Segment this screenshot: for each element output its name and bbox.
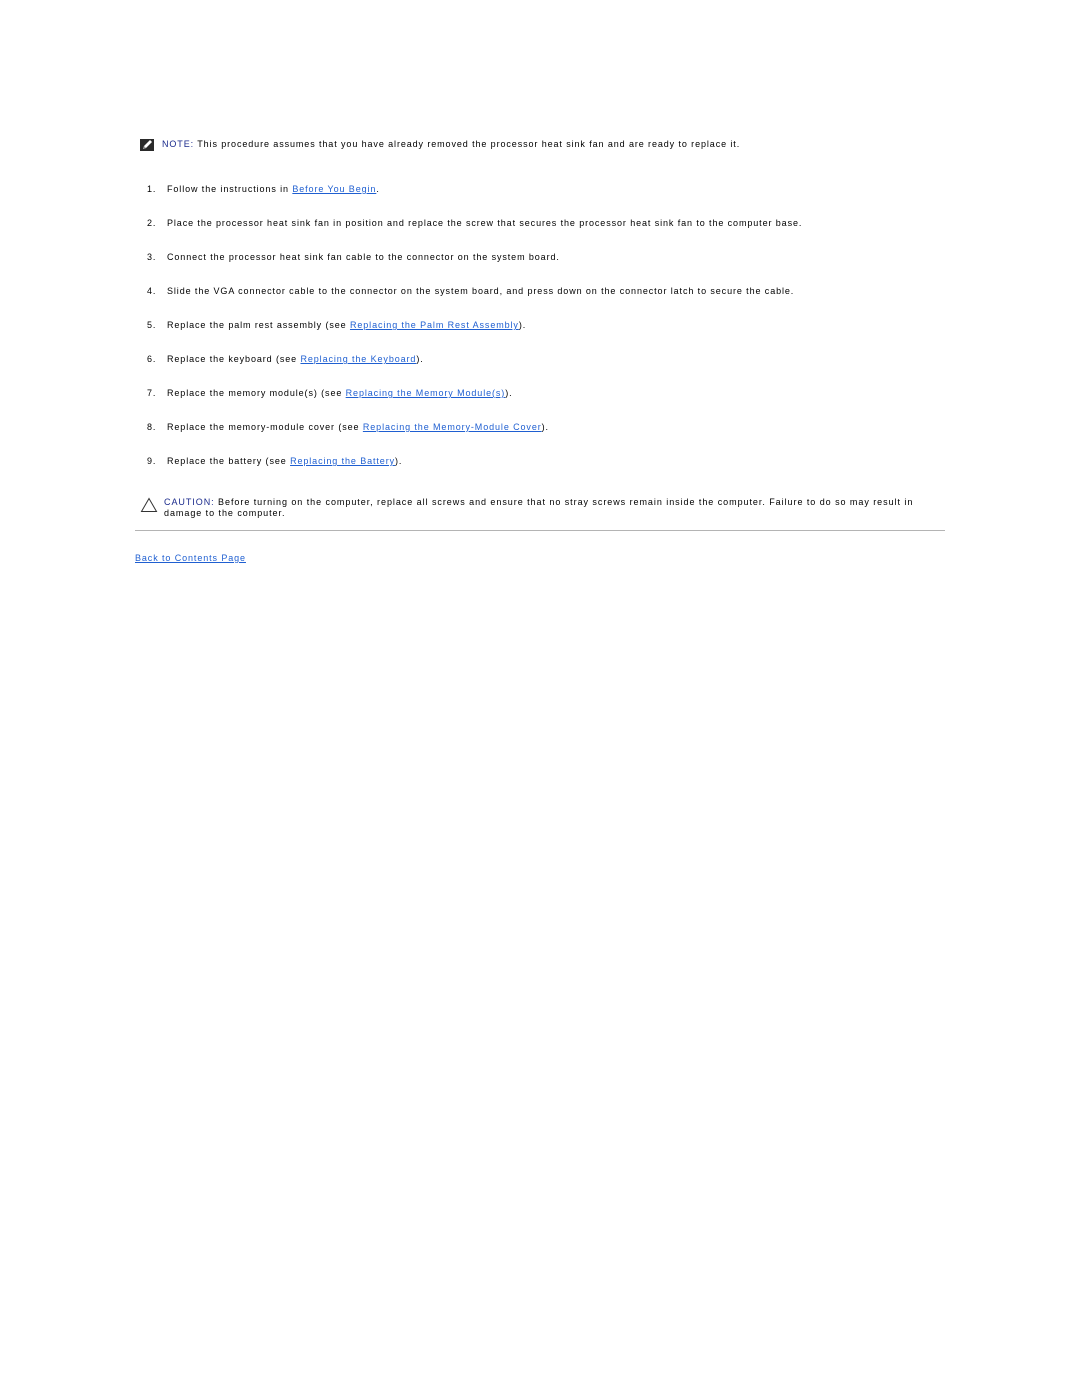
caution-callout: CAUTION: Before turning on the computer,…	[140, 497, 945, 519]
note-body: This procedure assumes that you have alr…	[194, 139, 741, 149]
step-number: 8.	[147, 422, 157, 432]
step-text: Replace the keyboard (see	[167, 354, 301, 364]
horizontal-divider	[135, 530, 945, 531]
step-text-end: ).	[416, 354, 424, 364]
step-text: Replace the palm rest assembly (see	[167, 320, 350, 330]
step-item: 4. Slide the VGA connector cable to the c…	[147, 286, 802, 320]
battery-link[interactable]: Replacing the Battery	[290, 456, 395, 466]
step-text: Replace the memory module(s) (see	[167, 388, 346, 398]
step-text: Place the processor heat sink fan in pos…	[167, 218, 803, 228]
step-number: 1.	[147, 184, 157, 194]
before-you-begin-link[interactable]: Before You Begin	[292, 184, 376, 194]
step-item: 7. Replace the memory module(s) (see Repl…	[147, 388, 802, 422]
step-number: 3.	[147, 252, 157, 262]
memory-module-cover-link[interactable]: Replacing the Memory-Module Cover	[363, 422, 542, 432]
step-text: Replace the memory-module cover (see	[167, 422, 363, 432]
keyboard-link[interactable]: Replacing the Keyboard	[300, 354, 416, 364]
note-pencil-icon	[140, 139, 154, 151]
step-text-end: .	[376, 184, 380, 194]
step-number: 6.	[147, 354, 157, 364]
step-item: 8. Replace the memory-module cover (see R…	[147, 422, 802, 456]
step-number: 7.	[147, 388, 157, 398]
step-text: Replace the battery (see	[167, 456, 291, 466]
step-text-end: ).	[518, 320, 527, 330]
step-item: 1. Follow the instructions in Before You …	[147, 184, 802, 218]
step-item: 5. Replace the palm rest assembly (see Re…	[147, 320, 802, 354]
note-text: NOTE: This procedure assumes that you ha…	[162, 139, 740, 149]
note-callout: NOTE: This procedure assumes that you ha…	[140, 139, 940, 151]
step-text-end: ).	[395, 456, 403, 466]
back-to-contents-link[interactable]: Back to Contents Page	[135, 553, 246, 563]
step-text-end: ).	[541, 422, 549, 432]
step-number: 5.	[147, 320, 157, 330]
note-label: NOTE:	[162, 139, 195, 149]
step-item: 2. Place the processor heat sink fan in p…	[147, 218, 802, 252]
caution-text: CAUTION: Before turning on the computer,…	[164, 497, 945, 519]
step-item: 9. Replace the battery (see Replacing the…	[147, 456, 802, 490]
procedure-steps: 1. Follow the instructions in Before You …	[147, 184, 802, 490]
caution-triangle-icon	[140, 497, 158, 512]
step-number: 2.	[147, 218, 157, 228]
step-text-end: ).	[505, 388, 513, 398]
palm-rest-link[interactable]: Replacing the Palm Rest Assembly	[350, 320, 519, 330]
step-item: 3. Connect the processor heat sink fan ca…	[147, 252, 802, 286]
step-text: Follow the instructions in	[167, 184, 293, 194]
memory-modules-link[interactable]: Replacing the Memory Module(s)	[346, 388, 506, 398]
step-text: Slide the VGA connector cable to the con…	[167, 286, 795, 296]
caution-body: Before turning on the computer, replace …	[164, 497, 914, 518]
step-text: Connect the processor heat sink fan cabl…	[167, 252, 560, 262]
step-number: 9.	[147, 456, 157, 466]
caution-label: CAUTION:	[164, 497, 215, 507]
step-item: 6. Replace the keyboard (see Replacing th…	[147, 354, 802, 388]
step-number: 4.	[147, 286, 157, 296]
